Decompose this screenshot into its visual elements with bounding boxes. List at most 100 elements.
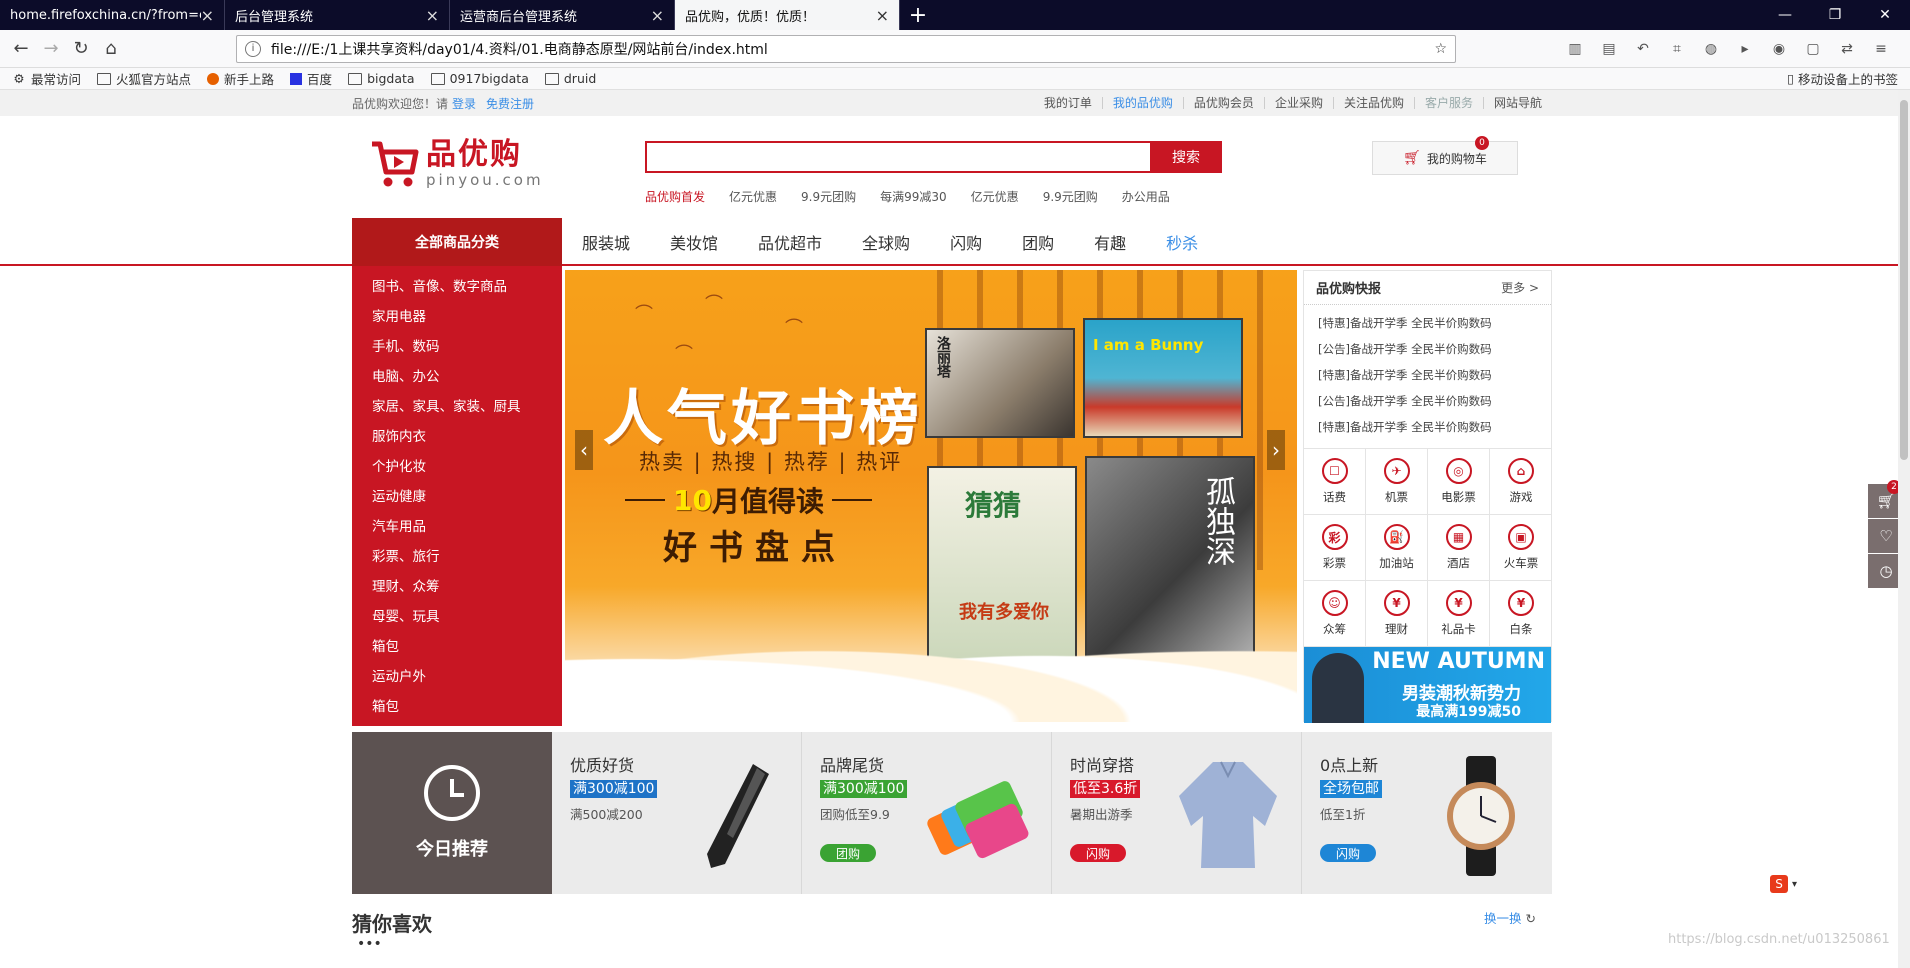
carousel-dot[interactable]	[910, 698, 918, 706]
hot-word[interactable]: 9.9元团购	[1043, 188, 1098, 205]
account-icon[interactable]: ◉	[1770, 40, 1788, 58]
back-icon[interactable]: ←	[6, 34, 36, 64]
service-movie[interactable]: ◎ 电影票	[1428, 449, 1490, 515]
search-button[interactable]: 搜索	[1150, 141, 1222, 173]
browser-tab-active[interactable]: 品优购，优质！优质！ ×	[675, 0, 900, 30]
category-item[interactable]: 个护化妆	[352, 452, 562, 482]
bookmark-item[interactable]: ⚙ 最常访问	[12, 69, 81, 88]
category-item[interactable]: 家用电器	[352, 302, 562, 332]
category-item[interactable]: 汽车用品	[352, 512, 562, 542]
logo[interactable]: 品优购 pinyou.com	[368, 138, 544, 190]
url-text[interactable]: file:///E:/1上课共享资料/day01/4.资料/01.电商静态原型/…	[271, 39, 1422, 59]
bookmark-item[interactable]: druid	[544, 71, 596, 86]
close-icon[interactable]: ×	[651, 6, 664, 25]
category-item[interactable]: 服饰内衣	[352, 422, 562, 452]
top-link-service[interactable]: 客户服务	[1413, 97, 1483, 109]
service-crowdfund[interactable]: ☺ 众筹	[1304, 581, 1366, 647]
service-finance[interactable]: ¥ 理财	[1366, 581, 1428, 647]
bookmark-item[interactable]: 0917bigdata	[430, 71, 529, 86]
my-cart-button[interactable]: 🛒︎ 我的购物车 0	[1372, 136, 1518, 175]
nav-item-seckill[interactable]: 秒杀	[1146, 230, 1218, 254]
flash-sale-button[interactable]: 闪购	[1070, 844, 1126, 862]
category-item[interactable]: 理财、众筹	[352, 572, 562, 602]
library-icon[interactable]: ▥	[1566, 40, 1584, 58]
recommend-item[interactable]: 品牌尾货 满300减100 团购低至9.9 团购	[802, 732, 1052, 894]
new-tab-button[interactable]: +	[900, 0, 936, 30]
address-bar[interactable]: i file:///E:/1上课共享资料/day01/4.资料/01.电商静态原…	[236, 34, 1456, 952]
bookmark-item[interactable]: 新手上路	[207, 69, 274, 88]
chat-icon[interactable]: ◍	[1702, 40, 1720, 58]
recommend-item[interactable]: 0点上新 全场包邮 低至1折 闪购	[1302, 732, 1552, 894]
category-item[interactable]: 箱包	[352, 692, 562, 722]
prev-arrow-icon[interactable]: ‹	[575, 430, 593, 470]
news-more-link[interactable]: 更多 >	[1501, 279, 1539, 296]
page-scrollbar[interactable]	[1898, 90, 1910, 968]
nav-item[interactable]: 全球购	[842, 230, 930, 254]
close-icon[interactable]: ×	[201, 6, 214, 25]
recommend-item[interactable]: 优质好货 满300减100 满500减200	[552, 732, 802, 894]
restore-icon[interactable]: ❐	[1810, 0, 1860, 30]
top-link-my-pinyougou[interactable]: 我的品优购	[1101, 97, 1183, 109]
carousel-dot[interactable]	[938, 698, 946, 706]
category-item[interactable]: 运动户外	[352, 662, 562, 692]
service-phone-bill[interactable]: ☐ 话费	[1304, 449, 1366, 515]
cntv-icon[interactable]: ▸	[1736, 40, 1754, 58]
close-window-icon[interactable]: ✕	[1860, 0, 1910, 30]
category-item[interactable]: 箱包	[352, 632, 562, 662]
service-hotel[interactable]: ▦ 酒店	[1428, 515, 1490, 581]
top-link-member[interactable]: 品优购会员	[1182, 97, 1264, 109]
register-link[interactable]: 免费注册	[486, 97, 534, 111]
all-categories-button[interactable]: 全部商品分类	[352, 218, 562, 266]
login-link[interactable]: 登录	[452, 97, 476, 111]
sidebar-icon[interactable]: ▤	[1600, 40, 1618, 58]
home-icon[interactable]: ⌂	[96, 34, 126, 64]
nav-item[interactable]: 闪购	[930, 230, 1002, 254]
close-icon[interactable]: ×	[426, 6, 439, 25]
carousel-dot[interactable]	[924, 698, 932, 706]
category-item[interactable]: 母婴、玩具	[352, 602, 562, 632]
top-link-sitemap[interactable]: 网站导航	[1482, 97, 1552, 109]
flash-sale-button[interactable]: 闪购	[1320, 844, 1376, 862]
bookmark-star-icon[interactable]: ☆	[1434, 41, 1447, 57]
next-arrow-icon[interactable]: ›	[1267, 430, 1285, 470]
search-input[interactable]	[645, 141, 1150, 173]
nav-item[interactable]: 服装城	[562, 230, 650, 254]
category-item[interactable]: 彩票、旅行	[352, 542, 562, 572]
category-item[interactable]: 图书、音像、数字商品	[352, 272, 562, 302]
service-gas[interactable]: ⛽ 加油站	[1366, 515, 1428, 581]
hot-word[interactable]: 亿元优惠	[971, 188, 1019, 205]
input-method-indicator[interactable]: S ▾	[1770, 874, 1810, 894]
refresh-link[interactable]: 换一换 ↻	[1484, 908, 1536, 927]
news-item[interactable]: [公告]备战开学季 全民半价购数码	[1318, 388, 1551, 414]
top-link-orders[interactable]: 我的订单	[1034, 97, 1102, 109]
hot-word[interactable]: 亿元优惠	[729, 188, 777, 205]
category-item[interactable]: 电脑、办公	[352, 362, 562, 392]
recommend-item[interactable]: 时尚穿搭 低至3.6折 暑期出游季 闪购	[1052, 732, 1302, 894]
service-game[interactable]: ⌂ 游戏	[1490, 449, 1552, 515]
banner-carousel[interactable]: ⌒ ⌒ ⌒ ⌒ 人气好书榜 热卖 | 热搜 | 热荐 | 热评 10 月值得读 好…	[565, 270, 1297, 722]
hot-word[interactable]: 9.9元团购	[801, 188, 856, 205]
info-icon[interactable]: i	[245, 40, 261, 57]
translate-icon[interactable]: ⇄	[1838, 40, 1856, 58]
browser-tab[interactable]: 后台管理系统 ×	[225, 0, 450, 30]
top-link-enterprise[interactable]: 企业采购	[1263, 97, 1333, 109]
hot-word[interactable]: 办公用品	[1122, 188, 1170, 205]
group-buy-button[interactable]: 团购	[820, 844, 876, 862]
minimize-icon[interactable]: —	[1760, 0, 1810, 30]
category-item[interactable]: 家居、家具、家装、厨具	[352, 392, 562, 422]
hot-word[interactable]: 每满99减30	[880, 188, 947, 205]
browser-tab[interactable]: home.firefoxchina.cn/?from=ext ×	[0, 0, 225, 30]
mobile-bookmarks[interactable]: ▯ 移动设备上的书签	[1787, 69, 1898, 88]
news-item[interactable]: [特惠]备战开学季 全民半价购数码	[1318, 414, 1551, 440]
reload-icon[interactable]: ↻	[66, 34, 96, 64]
nav-item[interactable]: 品优超市	[738, 230, 842, 254]
bookmark-item[interactable]: bigdata	[348, 71, 415, 86]
bookmark-item[interactable]: 火狐官方站点	[97, 69, 191, 88]
service-train[interactable]: ▣ 火车票	[1490, 515, 1552, 581]
service-baitiao[interactable]: ¥ 白条	[1490, 581, 1552, 647]
news-item[interactable]: [特惠]备战开学季 全民半价购数码	[1318, 310, 1551, 336]
news-item[interactable]: [特惠]备战开学季 全民半价购数码	[1318, 362, 1551, 388]
bookmark-item[interactable]: 百度	[290, 69, 332, 88]
close-icon[interactable]: ×	[876, 6, 889, 25]
extension-icon[interactable]: ▢	[1804, 40, 1822, 58]
